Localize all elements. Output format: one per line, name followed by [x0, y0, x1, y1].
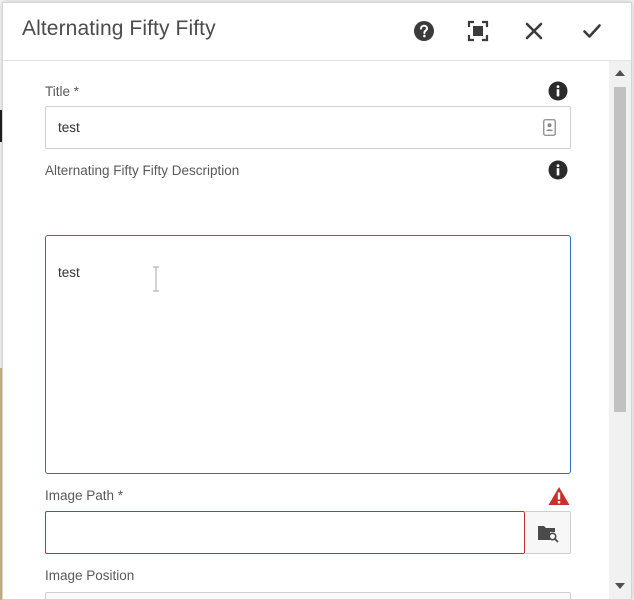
title-input[interactable]: test [45, 106, 571, 149]
checkmark-icon [583, 24, 601, 38]
scroll-down-arrow-icon[interactable] [615, 582, 625, 590]
dialog-title: Alternating Fifty Fifty [22, 17, 216, 40]
image-position-label: Image Position [45, 568, 135, 583]
help-icon [414, 21, 434, 41]
dialog-scrollbar[interactable] [609, 61, 631, 599]
description-value: test [58, 265, 80, 280]
error-alert-icon [548, 487, 570, 505]
scrollbar-thumb[interactable] [614, 87, 626, 412]
help-button[interactable] [410, 17, 438, 45]
title-input-value: test [58, 120, 80, 135]
image-position-select[interactable] [45, 592, 571, 599]
close-icon [525, 22, 543, 40]
autofill-contact-icon[interactable] [543, 119, 556, 136]
folder-search-icon [537, 525, 558, 542]
image-path-input[interactable] [45, 511, 525, 554]
title-label: Title * [45, 84, 80, 99]
description-label: Alternating Fifty Fifty Description [45, 163, 240, 178]
dialog: Alternating Fifty Fifty Title * test Alt… [2, 2, 632, 600]
page: Alternating Fifty Fifty Title * test Alt… [0, 0, 634, 600]
image-path-label: Image Path * [45, 488, 124, 503]
title-info-icon[interactable] [548, 81, 568, 101]
close-button[interactable] [520, 17, 548, 45]
description-rich-text-editor[interactable]: test [45, 235, 571, 474]
browse-image-button[interactable] [525, 511, 571, 554]
done-button[interactable] [578, 17, 606, 45]
text-cursor-icon [153, 266, 159, 292]
dialog-header: Alternating Fifty Fifty [3, 3, 631, 61]
description-info-icon[interactable] [548, 160, 568, 180]
fullscreen-button[interactable] [464, 17, 492, 45]
fullscreen-icon [467, 20, 489, 42]
scroll-up-arrow-icon[interactable] [615, 69, 625, 77]
dialog-content: Title * test Alternating Fifty Fifty Des… [3, 61, 609, 599]
